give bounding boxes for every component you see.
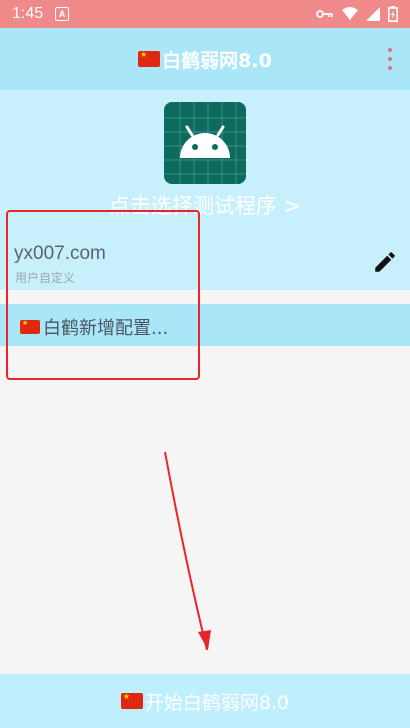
signal-icon <box>366 7 380 21</box>
edit-pencil-icon[interactable] <box>372 249 398 275</box>
start-button[interactable]: 开始白鹤弱网8.0 <box>0 674 410 728</box>
app-bar: 白鹤弱网8.0 <box>0 28 410 90</box>
dot-icon <box>388 66 392 70</box>
china-flag-icon <box>120 692 143 709</box>
dot-icon <box>388 57 392 61</box>
status-time: 1:45 <box>12 5 44 22</box>
status-icons <box>316 0 398 28</box>
start-label-text: 开始白鹤弱网8.0 <box>144 691 290 714</box>
annotation-highlight-box <box>6 210 200 380</box>
more-options-button[interactable] <box>386 48 394 70</box>
android-app-icon[interactable] <box>164 102 246 184</box>
status-bar: 1:45 A <box>0 0 410 28</box>
battery-icon <box>388 6 398 22</box>
app-title-text: 白鹤弱网8.0 <box>162 49 272 72</box>
app-title: 白鹤弱网8.0 <box>138 46 272 73</box>
dot-icon <box>388 48 392 52</box>
vpn-key-icon <box>316 10 333 18</box>
notification-a-icon: A <box>55 7 70 21</box>
wifi-icon <box>342 7 358 20</box>
android-icon <box>164 102 246 184</box>
china-flag-icon <box>138 50 161 67</box>
start-label: 开始白鹤弱网8.0 <box>120 688 290 715</box>
